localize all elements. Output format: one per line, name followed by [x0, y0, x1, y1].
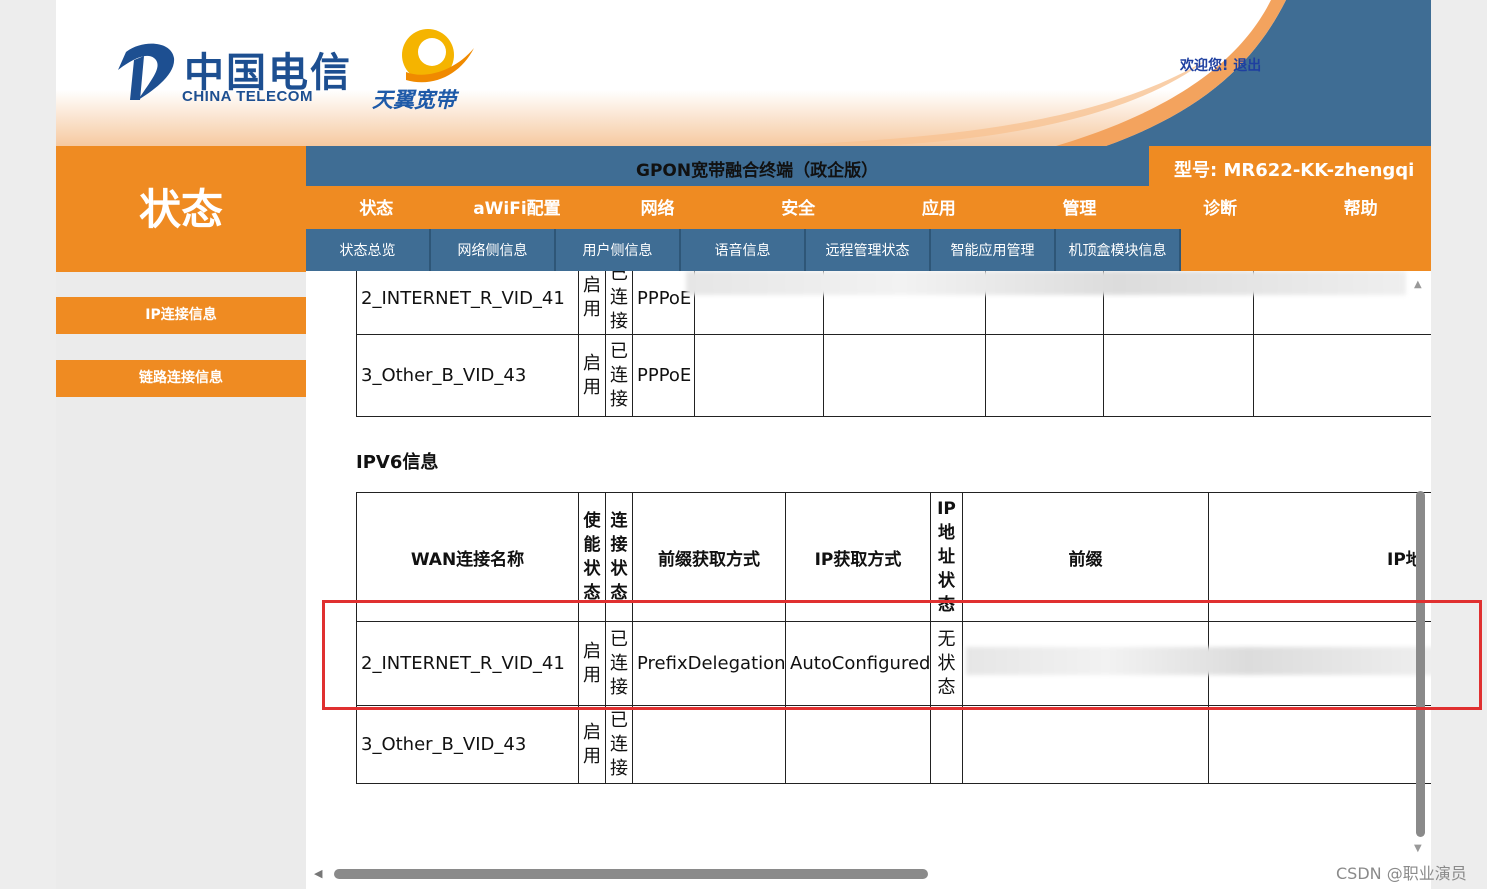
wan-name-cell: 3_Other_B_VID_43: [356, 334, 579, 417]
scroll-left-arrow-icon[interactable]: ◀: [314, 867, 322, 880]
nav-help[interactable]: 帮助: [1290, 191, 1431, 229]
ip-cell: [1208, 705, 1431, 784]
tianyi-logo-icon: [402, 29, 474, 83]
welcome-area: 欢迎您! 退出: [1180, 55, 1261, 75]
nav-management[interactable]: 管理: [1009, 191, 1150, 229]
brand2-text: 天翼宽带: [372, 88, 456, 112]
section-title: 状态: [56, 146, 306, 272]
watermark: CSDN @职业演员: [1336, 864, 1467, 883]
content-area: 2_INTERNET_R_VID_41 启用 已连接 PPPoE 3_Other…: [306, 271, 1431, 889]
router-admin-page: 中国电信 CHINA TELECOM 天翼宽带 欢迎您! 退出 状态 IP连接信…: [56, 0, 1431, 889]
nav-application[interactable]: 应用: [869, 191, 1010, 229]
nav-awifi[interactable]: aWiFi配置: [447, 191, 588, 229]
enable-cell: 启用: [578, 271, 606, 335]
nav-security[interactable]: 安全: [728, 191, 869, 229]
main-nav: 状态 aWiFi配置 网络 安全 应用 管理 诊断 帮助: [306, 191, 1431, 229]
status-cell: 已连接: [605, 271, 633, 335]
welcome-text: 欢迎您!: [1180, 58, 1229, 74]
status-cell: 已连接: [605, 334, 633, 417]
tab-remote-mgmt[interactable]: 远程管理状态: [806, 229, 931, 271]
table-row: 3_Other_B_VID_43 启用 已连接 PPPoE: [356, 334, 1431, 417]
tab-user-side[interactable]: 用户侧信息: [556, 229, 681, 271]
prefix-mode-cell: [632, 705, 786, 784]
table-row: 3_Other_B_VID_43 启用 已连接: [356, 705, 1431, 784]
model-info: 型号: MR622-KK-zhengqi: [1174, 156, 1414, 182]
ip-mode-cell: [785, 705, 931, 784]
tab-status-overview[interactable]: 状态总览: [306, 229, 431, 271]
highlight-box: [322, 600, 1482, 710]
logo-en-text: CHINA TELECOM: [182, 88, 313, 105]
nav-diagnosis[interactable]: 诊断: [1150, 191, 1291, 229]
tab-voice[interactable]: 语音信息: [681, 229, 806, 271]
protocol-cell: PPPoE: [632, 334, 695, 417]
header-banner: 中国电信 CHINA TELECOM 天翼宽带 欢迎您! 退出: [56, 0, 1431, 146]
sidebar-item-ip-connection[interactable]: IP连接信息: [56, 297, 306, 334]
ip-status-cell: [930, 705, 963, 784]
prefix-cell: [962, 705, 1209, 784]
wan-name-cell: 2_INTERNET_R_VID_41: [356, 271, 579, 335]
horizontal-scrollbar[interactable]: [334, 869, 928, 879]
model-label: 型号:: [1174, 160, 1224, 181]
sub-nav: 状态总览 网络侧信息 用户侧信息 语音信息 远程管理状态 智能应用管理 机顶盒模…: [306, 229, 1431, 271]
device-title: GPON宽带融合终端（政企版）: [636, 161, 879, 181]
nav-network[interactable]: 网络: [587, 191, 728, 229]
tab-network-side[interactable]: 网络侧信息: [431, 229, 556, 271]
model-value: MR622-KK-zhengqi: [1223, 160, 1415, 181]
sidebar-item-link-connection[interactable]: 链路连接信息: [56, 360, 306, 397]
redacted-area: [686, 271, 1406, 295]
enable-cell: 启用: [578, 334, 606, 417]
scroll-down-arrow-icon[interactable]: ▼: [1414, 843, 1422, 854]
scroll-up-arrow-icon[interactable]: ▲: [1414, 279, 1422, 290]
enable-cell: 启用: [578, 705, 606, 784]
tab-stb-module[interactable]: 机顶盒模块信息: [1056, 229, 1181, 271]
tab-smart-app[interactable]: 智能应用管理: [931, 229, 1056, 271]
status-cell: 已连接: [605, 705, 633, 784]
logout-link[interactable]: 退出: [1233, 58, 1261, 74]
sidebar: IP连接信息 链路连接信息: [56, 272, 306, 889]
ipv6-section-title: IPV6信息: [356, 452, 439, 473]
nav-status[interactable]: 状态: [306, 191, 447, 229]
wan-name-cell: 3_Other_B_VID_43: [356, 705, 579, 784]
